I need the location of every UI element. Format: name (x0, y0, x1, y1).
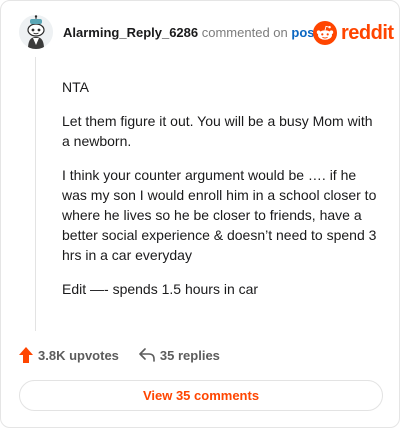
username-link[interactable]: Alarming_Reply_6286 (63, 25, 198, 40)
reddit-wordmark: reddit (341, 22, 394, 44)
snoo-avatar-icon (19, 15, 53, 49)
upvote-button[interactable]: 3.8K upvotes (19, 347, 119, 363)
comment-card: Alarming_Reply_6286 commented on post re… (0, 0, 400, 428)
replies-count: 35 replies (159, 347, 220, 363)
comment-actions: 3.8K upvotes 35 replies (19, 347, 220, 363)
reddit-snoo-icon (313, 21, 337, 45)
commented-on-label: commented on (201, 25, 288, 40)
comment-paragraph: Edit —- spends 1.5 hours in car (62, 281, 259, 297)
user-avatar[interactable] (19, 15, 53, 49)
thread-line (35, 57, 36, 331)
reddit-logo[interactable]: reddit (313, 21, 394, 45)
upvote-arrow-icon (19, 347, 33, 363)
upvote-count: 3.8K upvotes (38, 347, 119, 363)
reply-arrow-icon (139, 348, 155, 362)
comment-body: NTA Let them figure it out. You will be … (62, 77, 380, 313)
comment-paragraph: NTA (62, 79, 89, 95)
comment-paragraph: Let them figure it out. You will be a bu… (62, 113, 373, 149)
replies-button[interactable]: 35 replies (139, 348, 220, 363)
comment-header: Alarming_Reply_6286 commented on post (63, 25, 319, 40)
view-comments-button[interactable]: View 35 comments (19, 380, 383, 411)
comment-paragraph: I think your counter argument would be …… (62, 167, 377, 263)
